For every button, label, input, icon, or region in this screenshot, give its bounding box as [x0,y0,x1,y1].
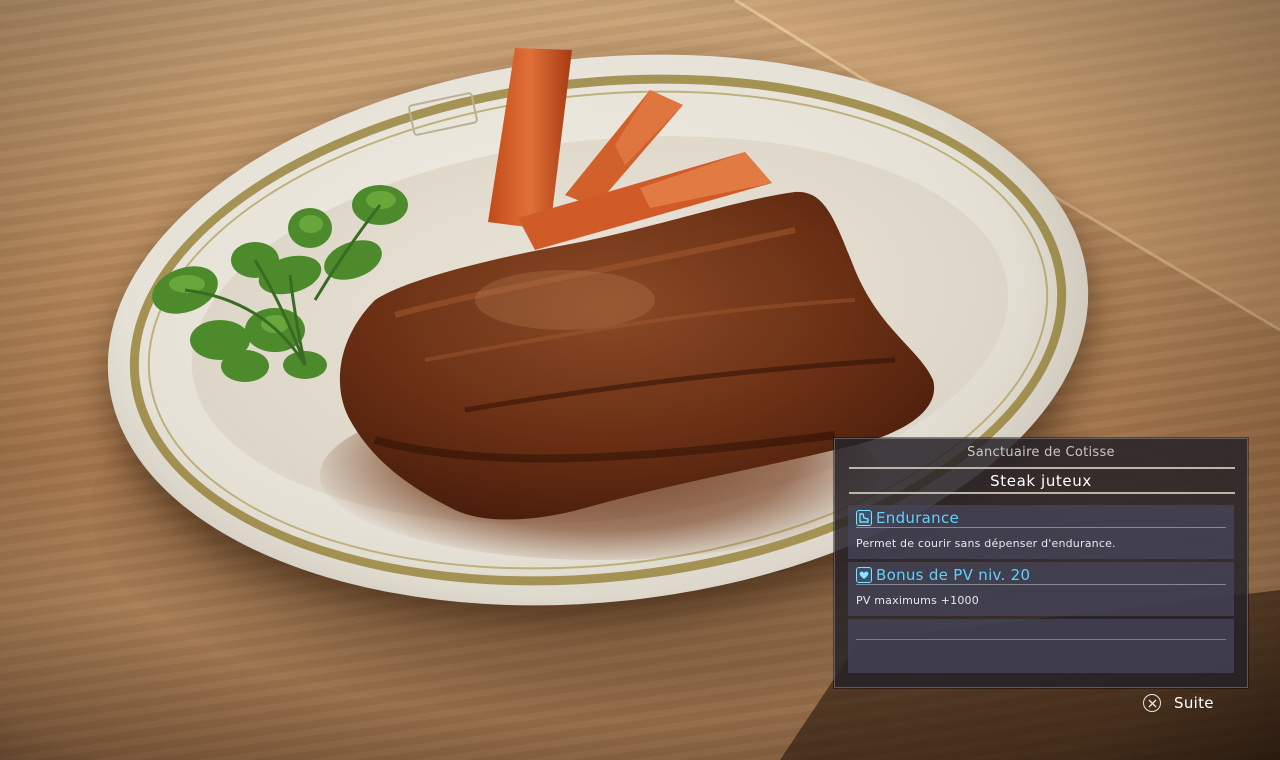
effect-name: Bonus de PV niv. 20 [876,565,1031,584]
title-divider-bottom [849,492,1235,494]
effect-description: Permet de courir sans dépenser d'enduran… [856,537,1116,550]
heart-shield-icon [856,566,872,583]
empty-effect-slot [848,619,1234,673]
meal-effects-panel: Sanctuaire de Cotisse Steak juteux Endur… [834,438,1248,688]
continue-prompt[interactable]: Suite [1143,692,1214,714]
effect-row: Endurance Permet de courir sans dépenser… [848,505,1234,559]
dish-name: Steak juteux [990,472,1092,490]
location-label: Sanctuaire de Cotisse [967,445,1115,460]
effect-header: Endurance [856,508,1226,528]
effect-row: Bonus de PV niv. 20 PV maximums +1000 [848,562,1234,616]
effect-description: PV maximums +1000 [856,594,979,607]
title-divider-top [849,467,1235,469]
empty-slot-divider [856,639,1226,640]
running-shoe-icon [856,509,872,526]
effect-header: Bonus de PV niv. 20 [856,565,1226,585]
effect-name: Endurance [876,508,960,527]
cross-button-icon [1143,694,1161,712]
continue-label: Suite [1174,694,1214,712]
